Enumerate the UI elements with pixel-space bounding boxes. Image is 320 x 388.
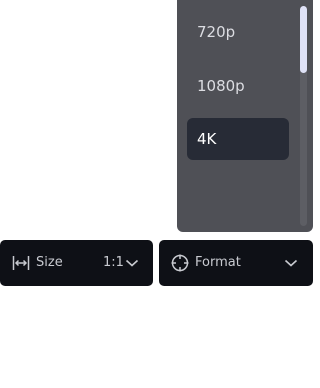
format-label: Format bbox=[195, 255, 241, 270]
chevron-down-icon bbox=[284, 259, 298, 267]
size-label: Size bbox=[36, 255, 63, 270]
crosshair-icon bbox=[171, 254, 189, 272]
option-4k[interactable]: 4K bbox=[187, 118, 289, 160]
size-value: 1:1 bbox=[103, 255, 124, 270]
scrollbar-thumb[interactable] bbox=[300, 6, 307, 73]
resolution-dropdown-menu: 720p 1080p 4K bbox=[177, 0, 313, 232]
resize-horizontal-icon bbox=[12, 256, 30, 270]
option-1080p[interactable]: 1080p bbox=[187, 65, 289, 107]
chevron-down-icon bbox=[125, 259, 139, 267]
dropdown-scrollbar[interactable] bbox=[300, 6, 307, 226]
option-720p[interactable]: 720p bbox=[187, 11, 289, 53]
format-selector[interactable]: Format bbox=[159, 240, 313, 286]
size-selector[interactable]: Size 1:1 bbox=[0, 240, 153, 286]
